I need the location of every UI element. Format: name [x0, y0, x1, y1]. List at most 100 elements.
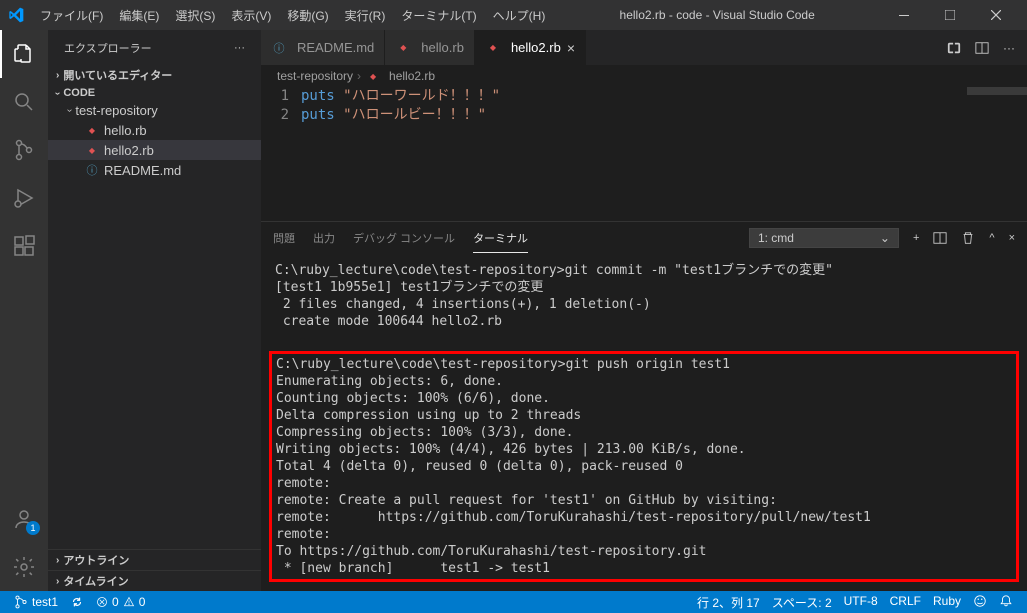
outline-label: アウトライン [63, 552, 129, 568]
source-control-icon[interactable] [0, 126, 48, 174]
chevron-down-icon: › [52, 91, 63, 94]
folder-root-section[interactable]: › CODE [48, 85, 261, 101]
file-name: hello.rb [104, 123, 147, 138]
menu-terminal[interactable]: ターミナル(T) [393, 3, 484, 28]
settings-icon[interactable] [0, 543, 48, 591]
close-button[interactable] [973, 0, 1019, 30]
branch-name: test1 [32, 595, 58, 609]
chevron-down-icon: › [64, 109, 75, 112]
menu-edit[interactable]: 編集(E) [111, 3, 167, 28]
trash-icon[interactable] [961, 231, 975, 245]
sidebar: エクスプローラー ··· › 開いているエディター › CODE › test-… [48, 30, 261, 591]
menu-run[interactable]: 実行(R) [337, 3, 394, 28]
maximize-button[interactable] [927, 0, 973, 30]
timeline-section[interactable]: › タイムライン [48, 570, 261, 591]
minimap[interactable] [947, 87, 1027, 221]
search-icon[interactable] [0, 78, 48, 126]
tab-hello2[interactable]: ◆ hello2.rb × [475, 30, 586, 65]
chevron-right-icon: › [56, 555, 59, 566]
tab-hello[interactable]: ◆ hello.rb [385, 30, 475, 65]
accounts-badge: 1 [26, 521, 40, 535]
vscode-logo-icon [8, 7, 24, 23]
branch-status[interactable]: test1 [8, 591, 64, 613]
terminal[interactable]: C:\ruby_lecture\code\test-repository>git… [261, 254, 1027, 591]
menu-view[interactable]: 表示(V) [223, 3, 279, 28]
explorer-icon[interactable] [0, 30, 48, 78]
terminal-selector-label: 1: cmd [758, 231, 794, 245]
tree-file[interactable]: ◆ hello.rb [48, 120, 261, 140]
statusbar: test1 0 0 行 2、列 17 スペース: 2 UTF-8 CRLF Ru… [0, 591, 1027, 613]
menu-selection[interactable]: 選択(S) [167, 3, 223, 28]
editor-area: ⓘ README.md ◆ hello.rb ◆ hello2.rb × ···… [261, 30, 1027, 591]
info-icon: ⓘ [84, 162, 100, 178]
split-icon[interactable] [975, 41, 989, 55]
panel-tab-problems[interactable]: 問題 [273, 224, 295, 252]
split-terminal-icon[interactable] [933, 231, 947, 245]
highlighted-terminal-output: C:\ruby_lecture\code\test-repository>git… [269, 351, 1019, 582]
indent-status[interactable]: スペース: 2 [766, 594, 838, 611]
tree-file[interactable]: ⓘ README.md [48, 160, 261, 180]
menubar: ファイル(F) 編集(E) 選択(S) 表示(V) 移動(G) 実行(R) ター… [32, 3, 553, 28]
cursor-position[interactable]: 行 2、列 17 [691, 594, 766, 611]
info-icon: ⓘ [271, 40, 287, 56]
notifications-icon[interactable] [993, 594, 1019, 608]
folder-name: test-repository [75, 103, 157, 118]
warnings-count: 0 [139, 595, 146, 609]
tab-label: README.md [297, 40, 374, 55]
window-controls [881, 0, 1019, 30]
code-content[interactable]: puts "ハローワールド！！！" puts "ハロールビー！！！" [301, 87, 947, 221]
errors-status[interactable]: 0 0 [90, 591, 151, 613]
activitybar: 1 [0, 30, 48, 591]
tabs-actions: ··· [935, 30, 1027, 65]
terminal-output: C:\ruby_lecture\code\test-repository>git… [275, 262, 1013, 330]
line-numbers: 1 2 [261, 87, 301, 221]
new-terminal-icon[interactable]: + [913, 232, 919, 244]
feedback-icon[interactable] [967, 594, 993, 608]
minimap-content [967, 87, 1027, 95]
panel-tab-terminal[interactable]: ターミナル [473, 224, 528, 253]
ruby-icon: ◆ [84, 142, 100, 158]
tree-folder[interactable]: › test-repository [48, 101, 261, 120]
tab-readme[interactable]: ⓘ README.md [261, 30, 385, 65]
ruby-icon: ◆ [365, 68, 381, 84]
sync-status[interactable] [64, 591, 90, 613]
titlebar: ファイル(F) 編集(E) 選択(S) 表示(V) 移動(G) 実行(R) ター… [0, 0, 1027, 30]
panel-tabs: 問題 出力 デバッグ コンソール ターミナル 1: cmd ⌄ + ^ × [261, 222, 1027, 254]
menu-file[interactable]: ファイル(F) [32, 3, 111, 28]
menu-go[interactable]: 移動(G) [279, 3, 336, 28]
tab-label: hello2.rb [511, 40, 561, 55]
language-status[interactable]: Ruby [927, 594, 967, 608]
sidebar-more-icon[interactable]: ··· [234, 42, 245, 54]
outline-section[interactable]: › アウトライン [48, 549, 261, 570]
minimize-button[interactable] [881, 0, 927, 30]
editor[interactable]: 1 2 puts "ハローワールド！！！" puts "ハロールビー！！！" [261, 87, 1027, 221]
menu-help[interactable]: ヘルプ(H) [485, 3, 554, 28]
file-name: README.md [104, 163, 181, 178]
breadcrumb-item[interactable]: test-repository [277, 69, 353, 83]
extensions-icon[interactable] [0, 222, 48, 270]
compare-icon[interactable] [947, 41, 961, 55]
maximize-panel-icon[interactable]: ^ [989, 232, 994, 244]
panel-tab-output[interactable]: 出力 [313, 224, 335, 252]
close-tab-icon[interactable]: × [567, 40, 575, 56]
chevron-right-icon: › [56, 70, 59, 81]
encoding-status[interactable]: UTF-8 [838, 594, 884, 608]
debug-icon[interactable] [0, 174, 48, 222]
panel-tab-debug-console[interactable]: デバッグ コンソール [353, 224, 455, 252]
window-title: hello2.rb - code - Visual Studio Code [553, 8, 881, 22]
open-editors-label: 開いているエディター [63, 67, 172, 83]
errors-count: 0 [112, 595, 119, 609]
ruby-icon: ◆ [485, 40, 501, 56]
more-icon[interactable]: ··· [1003, 41, 1015, 55]
chevron-down-icon: ⌄ [880, 231, 890, 245]
chevron-right-icon: › [56, 576, 59, 587]
breadcrumb[interactable]: test-repository › ◆ hello2.rb [261, 65, 1027, 87]
accounts-icon[interactable]: 1 [0, 495, 48, 543]
tree-file[interactable]: ◆ hello2.rb [48, 140, 261, 160]
breadcrumb-item[interactable]: hello2.rb [389, 69, 435, 83]
open-editors-section[interactable]: › 開いているエディター [48, 65, 261, 85]
terminal-selector[interactable]: 1: cmd ⌄ [749, 228, 899, 248]
eol-status[interactable]: CRLF [884, 594, 927, 608]
close-panel-icon[interactable]: × [1009, 232, 1015, 244]
tabs-bar: ⓘ README.md ◆ hello.rb ◆ hello2.rb × ··· [261, 30, 1027, 65]
